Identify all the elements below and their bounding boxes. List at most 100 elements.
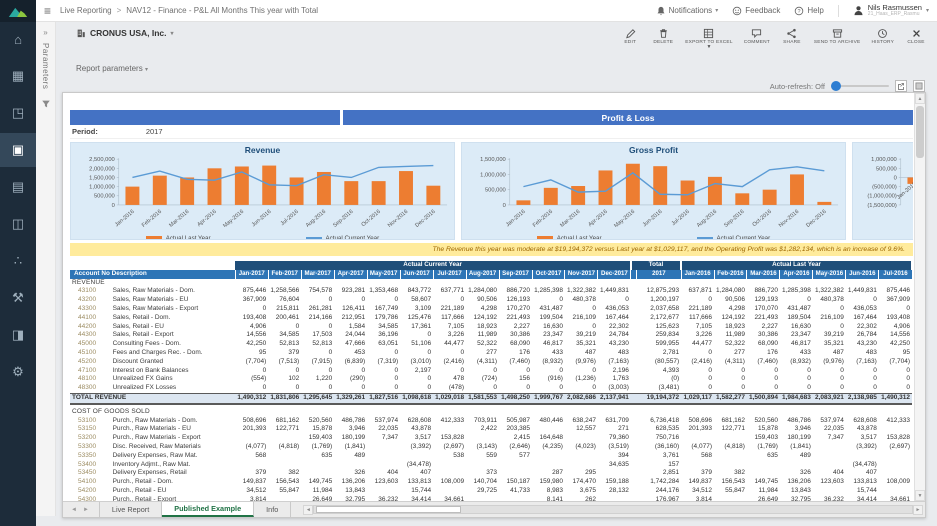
send-archive-button[interactable]: SEND TO ARCHIVE [814, 28, 861, 49]
app-logo[interactable] [0, 0, 36, 22]
column-header[interactable]: 2017 [637, 270, 682, 279]
column-header[interactable]: Jan-2017 [235, 270, 268, 279]
sidebar-item-documents-user[interactable]: ◫ [0, 207, 36, 241]
table-row[interactable]: 43200Sales, Raw Materials - EU367,90976,… [70, 296, 912, 305]
sidebar-item-hierarchy[interactable]: ∴ [0, 244, 36, 278]
slider-knob[interactable] [831, 81, 841, 91]
edit-button[interactable]: EDIT [619, 28, 641, 49]
column-header[interactable]: Feb-2016 [714, 270, 747, 279]
column-header[interactable]: Apr-2016 [780, 270, 813, 279]
share-button[interactable]: SHARE [781, 28, 803, 49]
column-header[interactable]: Dec-2017 [598, 270, 631, 279]
column-header[interactable]: Oct-2017 [532, 270, 565, 279]
sheet-tab-live-report[interactable]: Live Report [99, 502, 162, 517]
table-row[interactable]: 53150Purch., Raw Materials - EU201,39312… [70, 425, 912, 434]
column-header[interactable]: Mar-2016 [747, 270, 780, 279]
column-header[interactable]: Feb-2017 [268, 270, 301, 279]
column-header[interactable]: May-2016 [813, 270, 846, 279]
sheet-tab-info[interactable]: Info [254, 502, 291, 517]
history-button[interactable]: HISTORY [871, 28, 894, 49]
value-cell: 221,493 [499, 314, 532, 323]
svg-text:Dec-2016: Dec-2016 [805, 209, 827, 227]
open-new-window-button[interactable] [895, 80, 907, 92]
table-row[interactable]: 45100Fees and Charges Rec. - Dom.9537904… [70, 349, 912, 358]
column-header[interactable]: Apr-2017 [334, 270, 367, 279]
scroll-right-button[interactable]: ► [913, 505, 923, 515]
delete-button[interactable]: DELETE [652, 28, 674, 49]
sidebar-item-modules[interactable]: ▦ [0, 59, 36, 93]
menu-icon[interactable]: ≡ [44, 4, 51, 18]
report-parameters-toggle[interactable]: Report parameters ▾ [76, 64, 148, 73]
tab-scroll-left-icon[interactable]: ◄ [71, 507, 77, 513]
value-cell: 164,648 [532, 434, 565, 443]
sidebar-item-spreadsheet[interactable]: ▤ [0, 170, 36, 204]
column-header[interactable]: Jun-2016 [846, 270, 879, 279]
account-column-header[interactable]: Account No Description [70, 270, 235, 279]
account-desc-cell: Discount Granted [111, 358, 236, 367]
value-cell [301, 469, 334, 478]
column-header[interactable]: Jun-2017 [400, 270, 433, 279]
expand-panel-icon[interactable]: » [43, 28, 47, 37]
sidebar-item-report[interactable]: ▣ [0, 133, 36, 167]
tab-scroll-right-icon[interactable]: ► [83, 507, 89, 513]
horizontal-scroll-thumb[interactable] [316, 506, 461, 513]
sidebar-item-tag[interactable]: ◳ [0, 96, 36, 130]
table-row[interactable]: 47100Interest on Bank Balances000002,197… [70, 367, 912, 376]
table-row[interactable]: 45000Consulting Fees - Dom.42,25052,8135… [70, 340, 912, 349]
breadcrumb-root[interactable]: Live Reporting [60, 6, 112, 15]
sidebar-item-home[interactable]: ⌂ [0, 22, 36, 56]
scroll-down-button[interactable]: ▼ [915, 490, 925, 501]
report-table-container[interactable]: Actual Current YearTotalActual Last Year… [70, 261, 913, 501]
scroll-left-button[interactable]: ◄ [303, 505, 313, 515]
table-row[interactable]: 44300Sales, Retail - Export14,55634,5851… [70, 331, 912, 340]
table-row[interactable]: 53400Inventory Adjmt., Raw Mat.(34,478)3… [70, 461, 912, 470]
user-menu[interactable]: Nils Rasmussen 21_Haas_ERP_Rasmu ▾ [853, 4, 929, 18]
column-header[interactable]: Jul-2016 [879, 270, 912, 279]
value-cell: 0 [532, 296, 565, 305]
column-header[interactable]: Aug-2017 [466, 270, 499, 279]
column-header[interactable]: Nov-2017 [565, 270, 598, 279]
grid-view-button[interactable] [913, 80, 925, 92]
table-row[interactable]: 43100Sales, Raw Materials - Dom.875,4461… [70, 287, 912, 296]
table-row[interactable]: 44200Sales, Retail - EU4,906001,58434,58… [70, 323, 912, 332]
horizontal-scroll-track[interactable] [313, 505, 913, 514]
value-cell: 136,206 [334, 478, 367, 487]
table-row[interactable]: 53450Delivery Expenses, Retail3793823264… [70, 469, 912, 478]
parameters-panel-collapsed[interactable]: » Parameters [36, 22, 56, 516]
table-row[interactable]: 48100Unrealized FX Gains(554)1021,220(29… [70, 375, 912, 384]
vertical-scrollbar[interactable]: ▲ ▼ [914, 93, 925, 501]
help-icon: ? [794, 6, 804, 16]
table-row[interactable]: 43300Sales, Raw Materials - Export0215,8… [70, 305, 912, 314]
table-row[interactable]: 53200Purch., Raw Materials - Export159,4… [70, 434, 912, 443]
table-row[interactable]: 48300Unrealized FX Losses000000(478)0000… [70, 384, 912, 393]
export-excel-button[interactable]: EXPORT TO EXCEL▼ [685, 28, 732, 49]
vertical-scroll-thumb[interactable] [916, 106, 924, 158]
help-button[interactable]: ? Help [794, 6, 823, 16]
sidebar-item-tools[interactable]: ⚒ [0, 281, 36, 315]
table-row[interactable]: 54100Purch., Retail - Dom.149,837156,543… [70, 478, 912, 487]
column-header[interactable]: May-2017 [367, 270, 400, 279]
table-row[interactable]: 44100Sales, Retail - Dom.193,408200,4612… [70, 314, 912, 323]
column-header[interactable]: Jan-2016 [681, 270, 714, 279]
close-button[interactable]: CLOSE [905, 28, 927, 49]
table-row[interactable]: 53350Delivery Expenses, Raw Mat.56863548… [70, 452, 912, 461]
table-row[interactable]: 53100Purch., Raw Materials - Dom.508,696… [70, 417, 912, 426]
sidebar-item-archive[interactable]: ◨ [0, 318, 36, 352]
comment-button[interactable]: COMMENT [744, 28, 770, 49]
value-cell: 628,608 [400, 417, 433, 426]
autorefresh-slider[interactable] [831, 85, 889, 87]
scroll-up-button[interactable]: ▲ [915, 93, 925, 104]
sheet-tab-published-example[interactable]: Published Example [162, 502, 254, 517]
column-header[interactable]: Sep-2017 [499, 270, 532, 279]
feedback-button[interactable]: Feedback [732, 6, 780, 16]
notifications-button[interactable]: Notifications ▾ [656, 6, 719, 16]
column-header[interactable]: Jul-2017 [433, 270, 466, 279]
table-row[interactable]: 54200Purch., Retail - EU34,51255,84711,9… [70, 487, 912, 496]
horizontal-scrollbar[interactable]: ◄ ► [303, 505, 923, 514]
company-selector[interactable]: CRONUS USA, Inc. ▾ [76, 28, 174, 38]
column-header[interactable]: Mar-2017 [301, 270, 334, 279]
value-cell: 11,984 [301, 487, 334, 496]
table-row[interactable]: 45200Discount Granted(7,704)(7,513)(7,91… [70, 358, 912, 367]
table-row[interactable]: 53300Disc. Received, Raw Materials(4,077… [70, 443, 912, 452]
sidebar-item-settings[interactable]: ⚙ [0, 355, 36, 389]
